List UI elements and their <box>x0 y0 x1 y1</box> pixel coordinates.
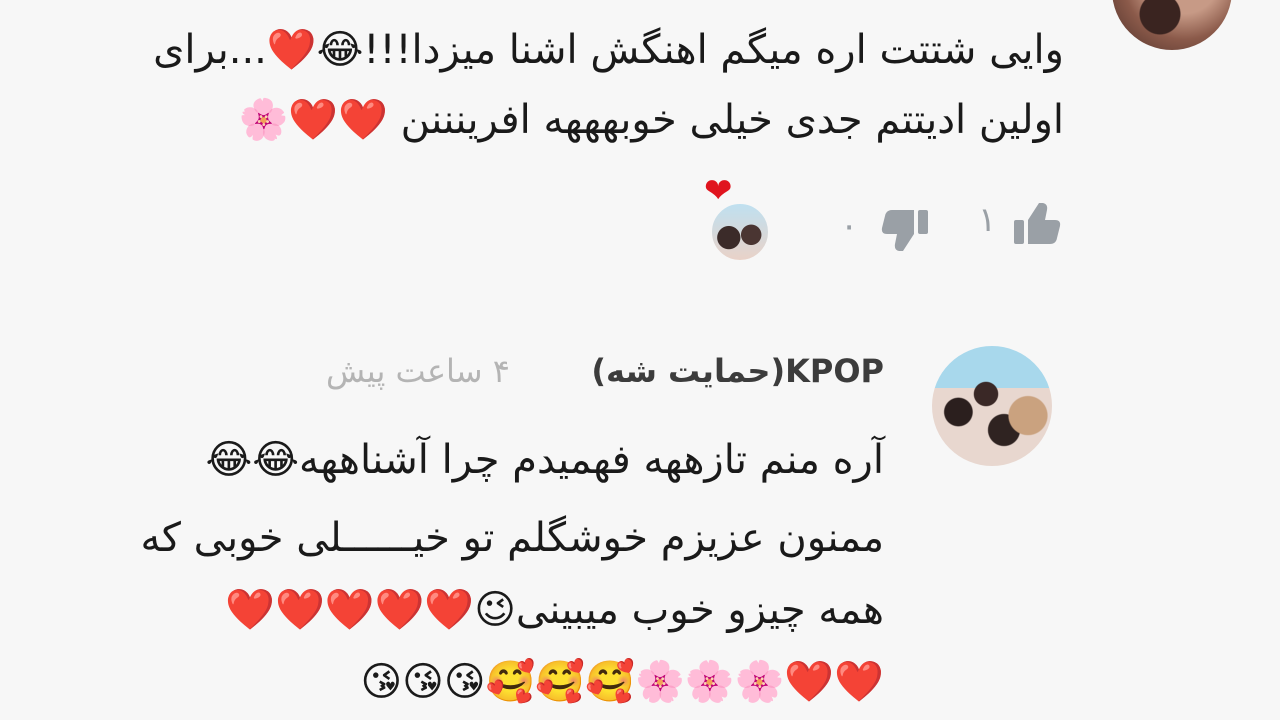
like-count: ۱ <box>978 200 997 240</box>
like-icon[interactable] <box>1010 200 1062 250</box>
reply-timestamp: ۴ ساعت پیش <box>326 352 510 390</box>
reply-line: ممنون عزیزم خوشگلم تو خیــــــلی خوبی که <box>140 515 884 561</box>
comment-thread: وایی شتتت اره میگم اهنگش اشنا میزدا!!!😂❤… <box>0 0 1280 720</box>
comment-line: اولین ادیتتم جدی خیلی خوبهههه افرینننن ❤… <box>238 97 1064 143</box>
reply-author-name[interactable]: KPOP(حمایت شه) <box>591 352 884 390</box>
dislike-icon[interactable] <box>880 204 932 254</box>
reply-line: همه چیزو خوب میبینی😉❤️❤️❤️❤️❤️ <box>225 587 884 633</box>
reply-body: آره منم تازههه فهمیدم چرا آشناههه😂😂 ممنو… <box>64 440 884 720</box>
top-comment-body: وایی شتتت اره میگم اهنگش اشنا میزدا!!!😂❤… <box>64 30 1064 140</box>
dislike-count: ۰ <box>840 206 859 246</box>
heart-reaction-icon: ❤ <box>704 171 733 211</box>
comment-line: وایی شتتت اره میگم اهنگش اشنا میزدا!!!😂❤… <box>153 27 1064 73</box>
reply-line: ❤️❤️🌸🌸🌸🥰🥰🥰😘😘😘 <box>360 659 884 705</box>
reply-author-avatar[interactable] <box>932 346 1052 466</box>
reply-line: آره منم تازههه فهمیدم چرا آشناههه😂😂 <box>205 437 884 483</box>
comment-action-bar: ❤ ۰ ۱ <box>700 171 1080 262</box>
commenter-avatar[interactable] <box>1112 0 1232 50</box>
creator-reaction-avatar <box>710 202 770 262</box>
